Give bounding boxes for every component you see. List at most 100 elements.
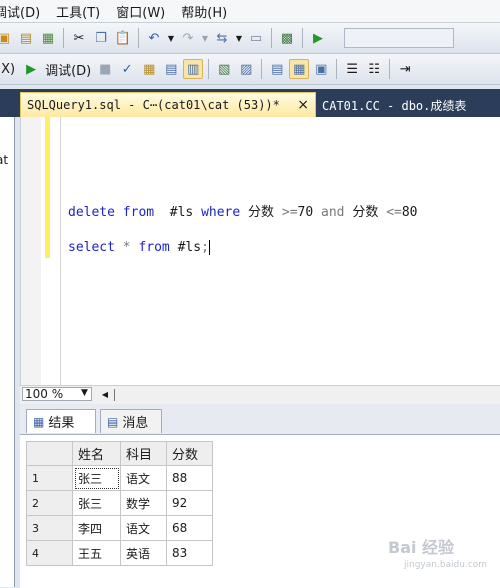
grid-cell[interactable]: 英语 [121,541,167,566]
tab-messages[interactable]: ▤ 消息 [100,409,162,433]
grid-cell[interactable]: 语文 [121,516,167,541]
paste-icon[interactable]: 📋 [113,28,133,48]
menu-help[interactable]: 帮助(H) [177,2,239,21]
grid-cell[interactable]: 68 [167,516,213,541]
add-item-icon[interactable]: ▦ [38,28,58,48]
watermark-url: jingyan.baidu.com [404,560,488,570]
toolbar-separator [261,59,263,79]
close-icon[interactable]: × [297,97,309,113]
client-stats-icon[interactable]: ▨ [236,59,256,79]
column-name: 分数 [248,205,275,220]
results-to-text-icon[interactable]: ▤ [267,59,287,79]
scroll-thumb[interactable] [114,389,115,401]
zoom-select[interactable]: 100 % ▼ [22,387,92,401]
grid-cell[interactable]: 92 [167,491,213,516]
grid-cell[interactable]: 数学 [121,491,167,516]
activity-monitor-icon[interactable]: ▩ [277,28,297,48]
tab-results-label: 结果 [48,416,75,431]
code-line-select[interactable]: select * from #ls; [68,240,210,255]
identifier: #ls [177,240,202,255]
tab-score-table[interactable]: CAT01.CC - dbo.成绩表 [322,94,466,116]
grid-icon: ▦ [33,414,45,429]
estimated-plan-icon[interactable]: ▦ [139,59,159,79]
cancel-query-icon[interactable]: ■ [95,59,115,79]
standard-toolbar: ▣ ▤ ▦ ✂ ❐ 📋 ↶ ▼ ↷ ▼ ⇆ ▼ ▭ ▩ ▶ [0,23,500,54]
zoom-value: 100 % [25,387,64,401]
chevron-down-icon[interactable]: ▼ [81,388,88,398]
navigate-dropdown-icon[interactable]: ▼ [234,28,244,48]
results-tab-strip: ▦ 结果 ▤ 消息 [20,404,500,434]
open-project-icon[interactable]: ▤ [16,28,36,48]
row-header[interactable]: 4 [26,541,73,566]
grid-cell[interactable]: 张三 [73,491,121,516]
toolbar-separator [63,28,64,48]
results-grid-icon[interactable]: ▦ [289,59,310,79]
indent-icon[interactable]: ⇥ [395,59,415,79]
identifier: #ls [169,205,194,220]
new-query-icon[interactable]: ▣ [0,28,14,48]
include-plan-icon[interactable]: ▧ [214,59,234,79]
sql-editor[interactable]: delete from #ls where 分数 >=70 and 分数 <=8… [20,117,500,385]
row-header[interactable]: 1 [26,466,73,491]
results-grid: 姓名 科目 分数 1 张三 语文 88 2 张三 数学 92 3 李四 语文 6… [26,441,213,566]
grid-cell[interactable]: 王五 [73,541,121,566]
operator: <= [386,205,402,220]
tab-sqlquery1[interactable]: SQLQuery1.sql - C⋯(cat01\cat (53))* × [20,92,316,117]
undo-icon[interactable]: ↶ [144,28,164,48]
operator: >= [281,205,298,220]
menu-tools[interactable]: 工具(T) [52,2,112,21]
row-header[interactable]: 2 [26,491,73,516]
watermark-logo: Bai 经验 [388,538,455,557]
query-options-icon[interactable]: ▤ [161,59,181,79]
grid-cell[interactable]: 88 [167,466,213,491]
grid-cell[interactable]: 83 [167,541,213,566]
number-literal: 80 [401,205,418,220]
debug-icon[interactable]: ▶ [21,59,41,79]
results-to-grid-icon[interactable]: ▥ [183,59,204,79]
grid-cell[interactable]: 语文 [121,466,167,491]
redo-icon[interactable]: ↷ [178,28,198,48]
comment-icon[interactable]: ☰ [342,59,362,79]
menu-debug[interactable]: 调试(D) [0,2,52,21]
toolbar-separator [138,28,139,48]
column-header[interactable]: 科目 [121,441,167,466]
grid-corner[interactable] [26,441,73,466]
editor-gutter [21,117,41,385]
cut-icon[interactable]: ✂ [69,28,89,48]
sql-editor-toolbar: (X) ▶ 调试(D) ■ ✓ ▦ ▤ ▥ ▧ ▨ ▤ ▦ ▣ ☰ ☷ ⇥ [0,54,500,85]
text-caret [208,240,210,255]
grid-cell[interactable]: 李四 [73,516,121,541]
message-icon: ▤ [107,414,119,429]
code-line-delete[interactable]: delete from #ls where 分数 >=70 and 分数 <=8… [68,201,418,220]
execute-label[interactable]: (X) [0,62,19,77]
results-to-file-icon[interactable]: ▣ [311,59,331,79]
editor-margin [60,117,61,385]
column-header[interactable]: 姓名 [73,441,121,466]
operator: ; [201,240,209,255]
grid-header-row: 姓名 科目 分数 [26,441,213,466]
row-header[interactable]: 3 [26,516,73,541]
redo-dropdown-icon[interactable]: ▼ [200,28,210,48]
solution-explorer-icon[interactable]: ▭ [246,28,266,48]
column-header[interactable]: 分数 [167,441,213,466]
solution-config-combo[interactable] [344,28,454,48]
tab-score-table-label: CAT01.CC - dbo.成绩表 [322,98,467,113]
menu-window[interactable]: 窗口(W) [112,2,177,21]
grid-cell[interactable]: 张三 [73,466,121,491]
keyword: select [68,240,115,255]
column-name: 分数 [352,205,379,220]
tab-results[interactable]: ▦ 结果 [26,409,96,433]
start-debug-icon[interactable]: ▶ [308,28,328,48]
parse-icon[interactable]: ✓ [117,59,137,79]
operator: and [321,205,345,220]
uncomment-icon[interactable]: ☷ [364,59,384,79]
navigate-icon[interactable]: ⇆ [212,28,232,48]
toolbar-separator [302,28,303,48]
operator: * [122,240,131,255]
undo-dropdown-icon[interactable]: ▼ [166,28,176,48]
copy-icon[interactable]: ❐ [91,28,111,48]
scroll-left-icon[interactable]: ◀ [100,387,110,401]
object-explorer-text: at [0,153,9,167]
table-row: 4 王五 英语 83 [26,541,213,566]
debug-button[interactable]: 调试(D) [43,60,93,79]
